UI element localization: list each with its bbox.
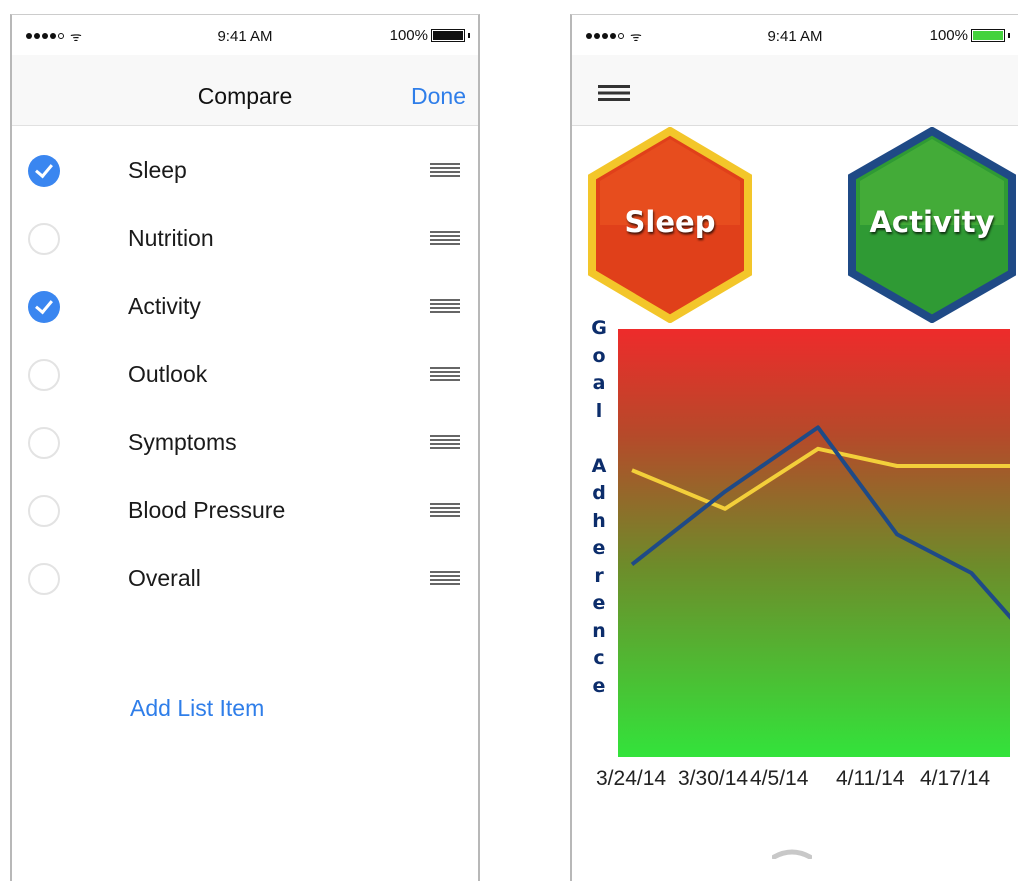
- list-item[interactable]: Sleep: [12, 145, 478, 213]
- y-axis-label-char: d: [592, 482, 606, 504]
- reorder-handle-icon[interactable]: [430, 503, 460, 517]
- y-axis-label-char: e: [592, 674, 606, 697]
- chart-screen: ᯤ 9:41 AM 100% Sleep Activity Goal Adher…: [570, 14, 1018, 881]
- toolbar: [572, 55, 1018, 126]
- y-axis-label-char: A: [591, 454, 607, 477]
- list-item-label: Blood Pressure: [128, 497, 286, 523]
- list-item[interactable]: Nutrition: [12, 213, 478, 281]
- list-item-label: Overall: [128, 565, 201, 591]
- battery-indicator: 100%: [930, 27, 1010, 44]
- x-tick-label: 3/30/14: [678, 767, 749, 790]
- list-item-label: Activity: [128, 293, 201, 319]
- add-list-item-button[interactable]: Add List Item: [130, 695, 264, 722]
- checkmark-empty-icon[interactable]: [28, 495, 60, 527]
- y-axis-label-char: n: [592, 619, 606, 642]
- activity-badge-label: Activity: [869, 205, 995, 239]
- y-axis-label-char: e: [592, 592, 606, 614]
- activity-badge[interactable]: Activity: [846, 127, 1018, 323]
- reorder-handle-icon[interactable]: [430, 571, 460, 585]
- list-item-label: Outlook: [128, 361, 208, 387]
- battery-percent: 100%: [389, 27, 428, 44]
- reorder-handle-icon[interactable]: [430, 163, 460, 177]
- list-item[interactable]: Symptoms: [12, 417, 478, 485]
- battery-percent: 100%: [929, 27, 968, 44]
- checkmark-empty-icon[interactable]: [28, 427, 60, 459]
- battery-icon: [971, 29, 1005, 42]
- reorder-handle-icon[interactable]: [430, 367, 460, 381]
- y-axis-label-char: [586, 425, 612, 453]
- y-axis-label-char: o: [592, 344, 606, 367]
- done-button[interactable]: Done: [411, 83, 466, 110]
- sleep-badge-label: Sleep: [624, 205, 716, 239]
- x-tick-label: 3/24/14: [596, 767, 667, 790]
- page-title: Compare: [197, 83, 293, 109]
- sleep-badge[interactable]: Sleep: [586, 127, 754, 323]
- y-axis-label-char: a: [592, 372, 606, 394]
- menu-icon[interactable]: [598, 85, 630, 101]
- reorder-handle-icon[interactable]: [430, 299, 460, 313]
- nav-bar: Compare Done: [12, 55, 478, 126]
- checkmark-empty-icon[interactable]: [28, 563, 60, 595]
- list-item-label: Nutrition: [128, 225, 214, 251]
- swipe-up-handle-icon[interactable]: [772, 847, 812, 859]
- checkmark-selected-icon[interactable]: [28, 291, 60, 323]
- battery-indicator: 100%: [390, 27, 470, 44]
- y-axis-label-char: h: [592, 509, 606, 532]
- y-axis-label-char: G: [591, 317, 607, 339]
- status-bar: ᯤ 9:41 AM 100%: [12, 15, 478, 55]
- reorder-handle-icon[interactable]: [430, 231, 460, 245]
- x-tick-label: 4/5/14: [750, 767, 809, 790]
- battery-icon: [431, 29, 465, 42]
- list-item-label: Symptoms: [128, 429, 237, 455]
- y-axis-label: Goal Adherence: [586, 315, 612, 700]
- reorder-handle-icon[interactable]: [430, 435, 460, 449]
- line-chart: [630, 425, 1010, 620]
- y-axis-label-char: l: [595, 399, 603, 422]
- compare-screen: ᯤ 9:41 AM 100% Compare Done Sleep Nutriti…: [10, 14, 480, 881]
- x-tick-label: 4/11/14: [836, 767, 905, 790]
- checkmark-selected-icon[interactable]: [28, 155, 60, 187]
- chart-plot-area: [618, 329, 1010, 757]
- list-item[interactable]: Blood Pressure: [12, 485, 478, 553]
- y-axis-label-char: c: [593, 647, 605, 669]
- list-item-label: Sleep: [128, 157, 187, 183]
- y-axis-label-char: r: [594, 564, 604, 587]
- status-bar: ᯤ 9:41 AM 100%: [572, 15, 1018, 55]
- y-axis-label-char: e: [592, 537, 606, 559]
- checkmark-empty-icon[interactable]: [28, 359, 60, 391]
- list-item[interactable]: Overall: [12, 553, 478, 621]
- series-line-0: [631, 446, 1010, 511]
- x-tick-label: 4/17/14: [920, 767, 991, 790]
- list-item[interactable]: Outlook: [12, 349, 478, 417]
- list-item[interactable]: Activity: [12, 281, 478, 349]
- checkmark-empty-icon[interactable]: [28, 223, 60, 255]
